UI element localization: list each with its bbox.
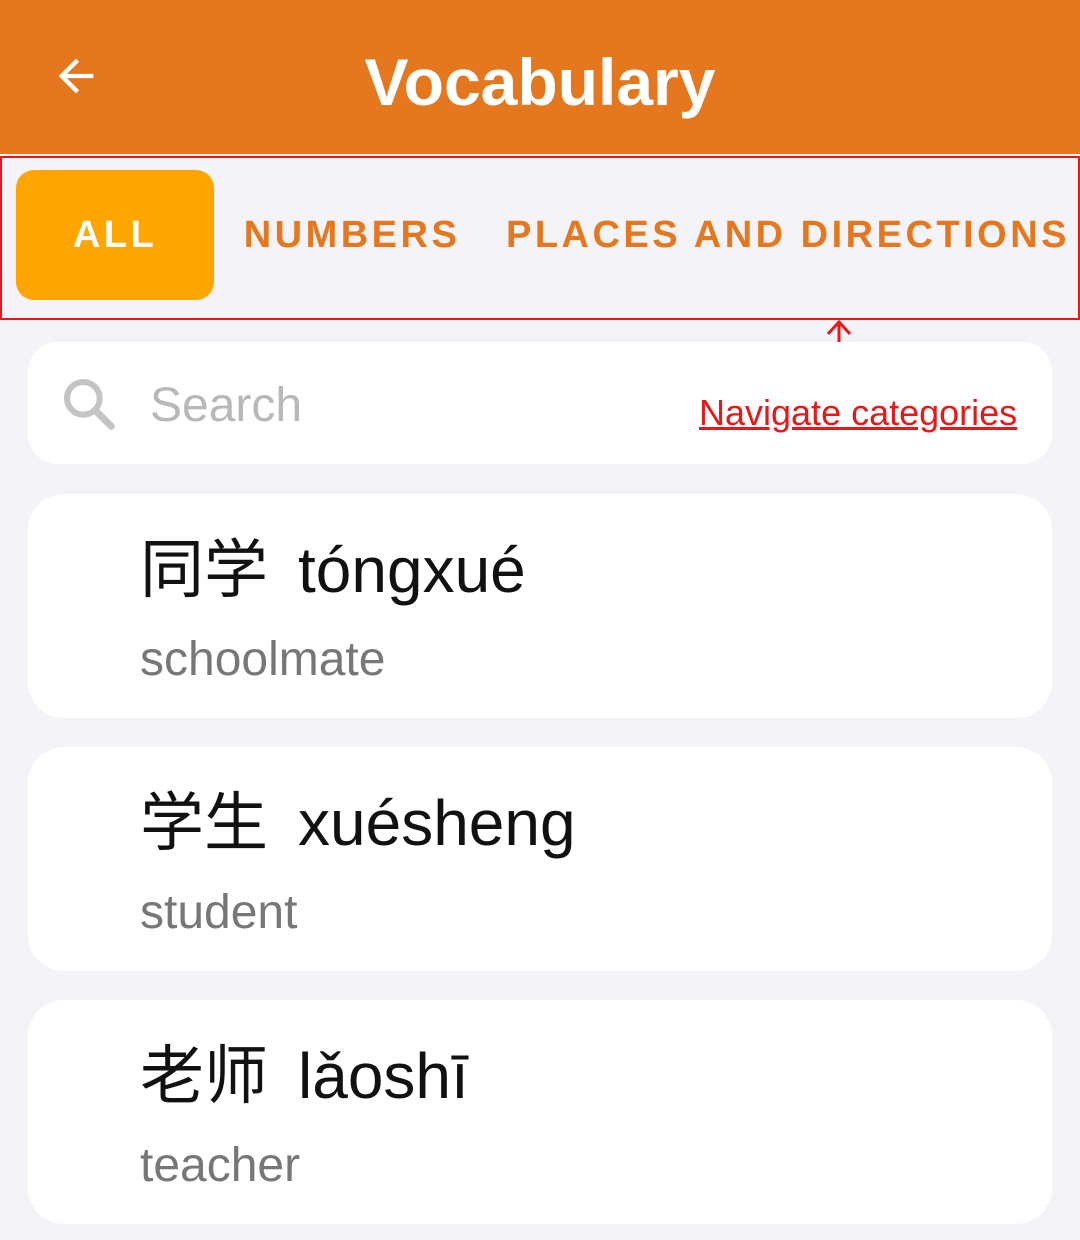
pinyin: tóngxué bbox=[298, 534, 526, 606]
pinyin: xuésheng bbox=[298, 787, 576, 859]
page-title: Vocabulary bbox=[364, 45, 716, 119]
annotation-label: Navigate categories bbox=[699, 392, 1018, 433]
vocabulary-screen: Vocabulary ALL NUMBERS PLACES AND DIRECT… bbox=[0, 0, 1080, 1240]
tab-all[interactable]: ALL bbox=[16, 170, 214, 300]
search-input[interactable] bbox=[150, 372, 670, 438]
vocab-item-tongxue[interactable]: 同学 tóngxué schoolmate bbox=[28, 494, 1052, 718]
hanzi: 同学 bbox=[140, 534, 268, 608]
meaning: teacher bbox=[140, 1139, 301, 1192]
hanzi: 学生 bbox=[140, 787, 268, 861]
meaning: student bbox=[140, 886, 298, 939]
vocab-term: 学生 xuésheng bbox=[140, 783, 576, 864]
app-bar: Vocabulary bbox=[0, 0, 1080, 154]
hanzi: 老师 bbox=[140, 1040, 268, 1114]
tab-places-and-directions[interactable]: PLACES AND DIRECTIONS bbox=[498, 170, 1078, 300]
meaning: schoolmate bbox=[140, 633, 386, 686]
search-icon bbox=[63, 378, 115, 430]
pinyin: lǎoshī bbox=[298, 1040, 469, 1112]
vocab-item-xuesheng[interactable]: 学生 xuésheng student bbox=[28, 747, 1052, 971]
category-tabs: ALL NUMBERS PLACES AND DIRECTIONS bbox=[0, 156, 1080, 320]
tab-numbers[interactable]: NUMBERS bbox=[216, 170, 488, 300]
vocab-term: 同学 tóngxué bbox=[140, 530, 526, 611]
vocab-term: 老师 lǎoshī bbox=[140, 1036, 469, 1117]
vocab-item-laoshi[interactable]: 老师 lǎoshī teacher bbox=[28, 1000, 1052, 1224]
